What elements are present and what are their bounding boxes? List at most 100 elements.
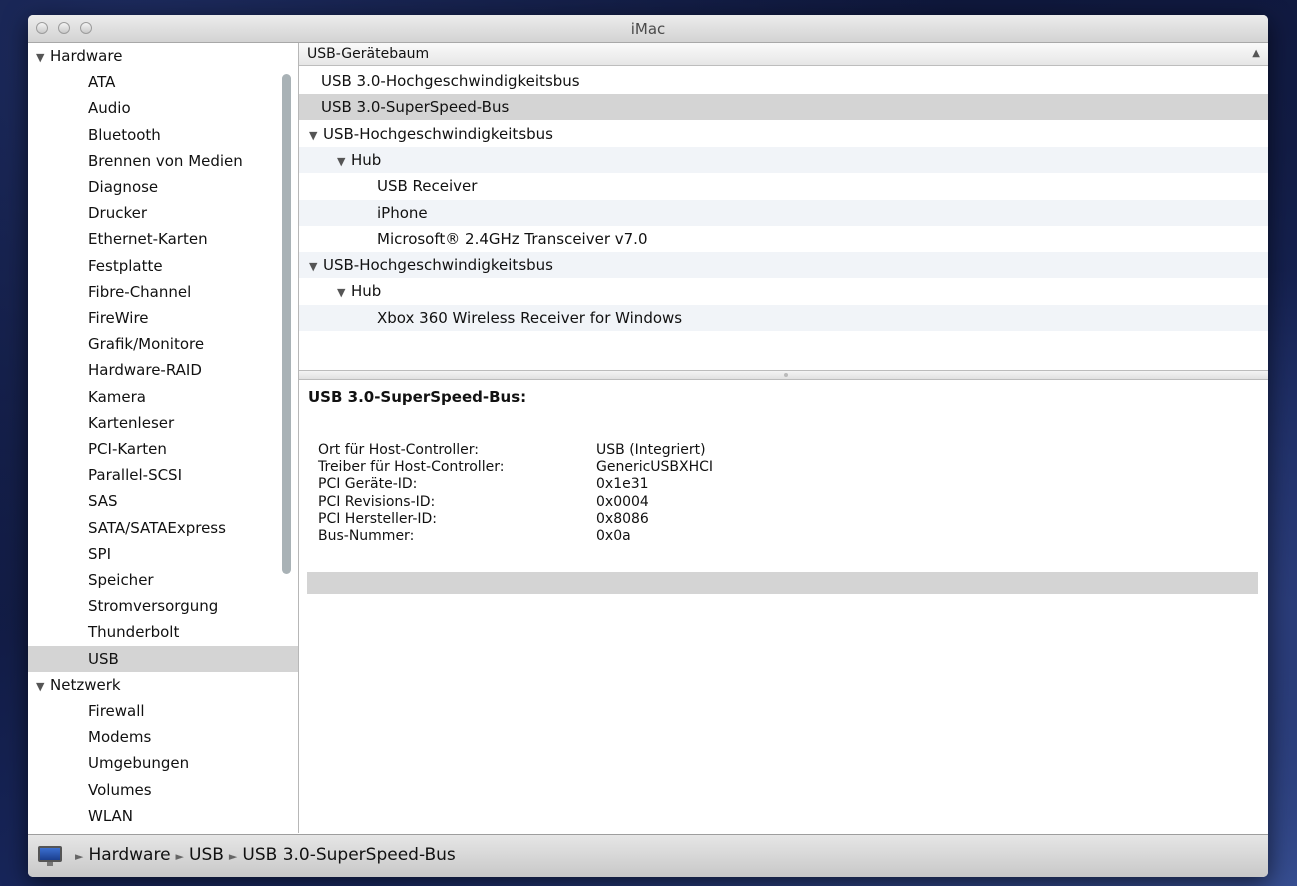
breadcrumb-item[interactable]: USB 3.0-SuperSpeed-Bus (242, 845, 455, 865)
sidebar-item[interactable]: Modems (28, 724, 298, 750)
sidebar-item-label: Thunderbolt (88, 623, 180, 642)
sidebar-item[interactable]: SPI (28, 541, 298, 567)
tree-row-label: Hub (351, 150, 382, 169)
sidebar-item-label: Brennen von Medien (88, 151, 243, 170)
tree-row[interactable]: ▼ Hub (299, 146, 1268, 175)
disclosure-triangle-icon[interactable]: ▼ (309, 123, 323, 149)
sidebar-item-label: Stromversorgung (88, 597, 219, 616)
tree-row[interactable]: USB 3.0-Hochgeschwindigkeitsbus (299, 68, 1268, 94)
disclosure-triangle-icon[interactable]: ▼ (337, 149, 351, 175)
breadcrumb-arrow-icon: ► (175, 850, 185, 863)
sidebar-item-label: SAS (88, 492, 118, 511)
sidebar-item[interactable]: Brennen von Medien (28, 148, 298, 174)
category-sidebar: WLAN Volumes Umgebungen Modems Firewall ▼ Netz… (28, 43, 298, 833)
detail-selection-bar (307, 572, 1258, 594)
sidebar-item[interactable]: Umgebungen (28, 750, 298, 776)
disclosure-triangle-icon[interactable]: ▼ (309, 254, 323, 280)
sidebar-item-label: Drucker (88, 204, 148, 223)
sidebar-item[interactable]: Volumes (28, 777, 298, 803)
property-key: PCI Hersteller-ID: (318, 510, 438, 527)
tree-row[interactable]: Xbox 360 Wireless Receiver for Windows (299, 304, 1268, 331)
sidebar-item-label: SPI (88, 544, 111, 563)
sidebar-item[interactable]: Diagnose (28, 174, 298, 200)
sidebar-item-label: SATA/SATAExpress (88, 518, 226, 537)
sidebar-item[interactable]: Fibre-Channel (28, 279, 298, 305)
sidebar-category[interactable]: ▼ Hardware (28, 43, 280, 69)
status-bar: ► Hardware ► USB ► USB 3.0-SuperSpeed-Bus (28, 834, 1268, 877)
sidebar-item-label: Umgebungen (88, 754, 190, 773)
breadcrumb-item[interactable]: USB (189, 845, 224, 865)
sidebar-item[interactable]: FireWire (28, 305, 298, 331)
tree-row-label: Xbox 360 Wireless Receiver for Windows (377, 308, 683, 327)
sidebar-item[interactable]: Festplatte (28, 253, 298, 279)
sidebar-item-label: FireWire (88, 309, 149, 327)
disclosure-triangle-icon[interactable]: ▼ (36, 45, 50, 71)
property-row: PCI Geräte-ID: 0x1e31 (318, 476, 649, 493)
sidebar-item[interactable]: ATA (28, 69, 298, 95)
imac-icon (38, 846, 62, 862)
splitter-grip-icon (783, 373, 788, 377)
sidebar-item-label: Grafik/Monitore (88, 335, 205, 354)
property-key: Ort für Host-Controller: (318, 442, 479, 458)
property-key: PCI Revisions-ID: (318, 493, 436, 510)
tree-row[interactable]: ▼ Hub (299, 278, 1268, 304)
property-row: PCI Hersteller-ID: 0x8086 (318, 510, 649, 528)
sidebar-item-label: Netzwerk (50, 675, 121, 694)
tree-column-header[interactable]: USB-Gerätebaum ▲ (299, 43, 1268, 66)
tree-row[interactable]: ▼ USB-Hochgeschwindigkeitsbus (299, 252, 1268, 280)
tree-row[interactable]: Microsoft® 2.4GHz Transceiver v7.0 (299, 226, 1268, 252)
imac-stand-icon (47, 862, 53, 866)
sidebar-item[interactable]: Speicher (28, 567, 298, 593)
property-key: Bus-Nummer: (318, 528, 415, 544)
sort-ascending-icon[interactable]: ▲ (1252, 43, 1260, 65)
sidebar-item-label: Ethernet-Karten (88, 230, 208, 249)
sidebar-item-label: Firewall (88, 702, 145, 720)
tree-row-label: Microsoft® 2.4GHz Transceiver v7.0 (377, 229, 648, 248)
property-key: PCI Geräte-ID: (318, 476, 418, 493)
sidebar-item[interactable]: Audio (28, 95, 298, 121)
sidebar-item[interactable]: Kartenleser (28, 410, 298, 436)
sidebar-item-label: Hardware (50, 47, 123, 65)
sidebar-item-label: Volumes (88, 780, 152, 799)
tree-row-label: USB-Hochgeschwindigkeitsbus (323, 256, 553, 275)
sidebar-scrollbar[interactable] (282, 74, 291, 574)
sidebar-item[interactable]: Parallel-SCSI (28, 462, 298, 488)
sidebar-item[interactable]: WLAN (28, 803, 298, 829)
property-value: USB (Integriert) (596, 442, 706, 458)
sidebar-item[interactable]: Thunderbolt (28, 619, 298, 645)
sidebar-item[interactable]: Grafik/Monitore (28, 331, 298, 357)
disclosure-triangle-icon[interactable]: ▼ (337, 280, 351, 306)
tree-row[interactable]: ▼ USB-Hochgeschwindigkeitsbus (299, 121, 1268, 147)
sidebar-item[interactable]: Stromversorgung (28, 593, 298, 619)
property-value: GenericUSBXHCI (596, 459, 714, 476)
sidebar-item-label: WLAN (88, 806, 134, 825)
property-row: Ort für Host-Controller: USB (Integriert) (318, 442, 706, 459)
sidebar-item[interactable]: PCI-Karten (28, 436, 298, 462)
sidebar-item-label: Parallel-SCSI (88, 466, 183, 485)
sidebar-item[interactable]: SAS (28, 488, 298, 514)
property-value: 0x0a (596, 528, 631, 544)
disclosure-triangle-icon[interactable]: ▼ (36, 674, 50, 700)
sidebar-item[interactable]: Hardware-RAID (28, 357, 298, 383)
sidebar-item[interactable]: SATA/SATAExpress (28, 515, 298, 541)
tree-row[interactable]: iPhone (299, 199, 1268, 226)
tree-row-label: USB Receiver (377, 177, 478, 196)
horizontal-splitter[interactable] (299, 370, 1268, 380)
tree-row[interactable]: USB 3.0-SuperSpeed-Bus (299, 94, 1268, 121)
breadcrumb-arrow-icon: ► (75, 850, 84, 863)
sidebar-item-label: Speicher (88, 571, 154, 589)
sidebar-item[interactable]: USB (28, 645, 298, 672)
sidebar-item[interactable]: Kamera (28, 384, 298, 410)
breadcrumb-item[interactable]: Hardware (88, 845, 170, 865)
sidebar-item[interactable]: Bluetooth (28, 122, 298, 148)
property-value: 0x1e31 (596, 476, 649, 493)
sidebar-item-label: Festplatte (88, 256, 163, 275)
sidebar-item-label: PCI-Karten (88, 440, 167, 458)
sidebar-item[interactable]: Firewall (28, 698, 298, 724)
sidebar-item[interactable]: Ethernet-Karten (28, 226, 298, 252)
sidebar-category[interactable]: ▼ Netzwerk (28, 672, 280, 698)
tree-row-label: USB 3.0-Hochgeschwindigkeitsbus (321, 72, 580, 90)
tree-row[interactable]: USB Receiver (299, 173, 1268, 199)
sidebar-item[interactable]: Drucker (28, 200, 298, 226)
tree-row-label: iPhone (377, 203, 428, 222)
